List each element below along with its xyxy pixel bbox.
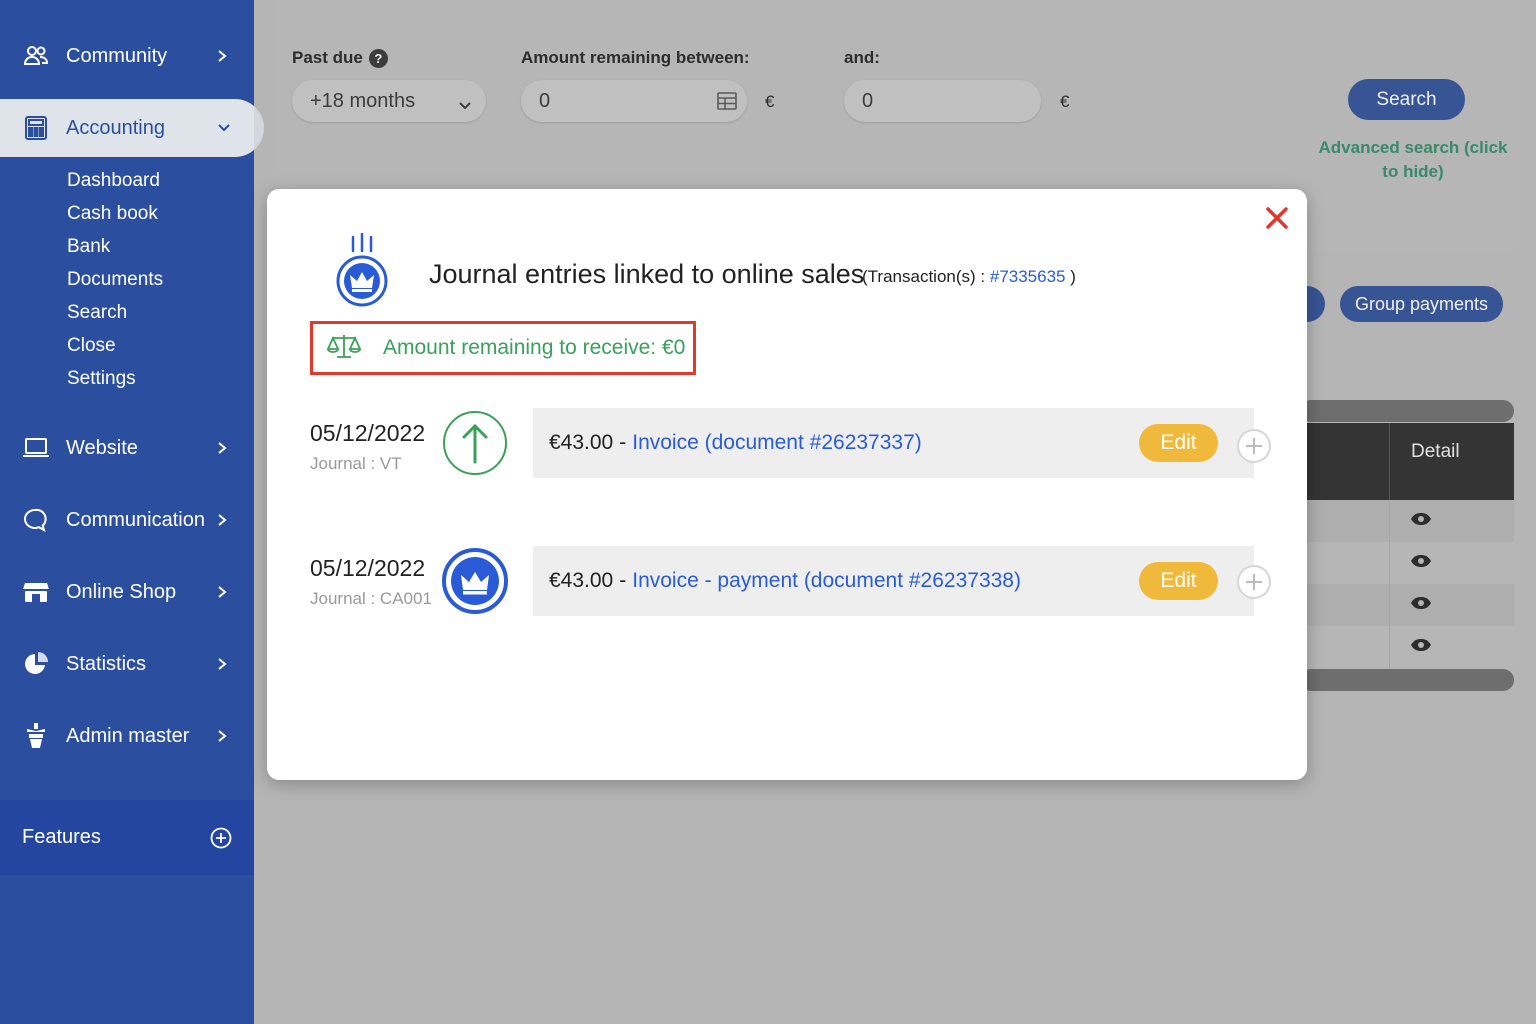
- sidebar-item-label: Accounting: [66, 116, 165, 139]
- users-icon: [22, 42, 50, 70]
- sidebar-item-online-shop[interactable]: Online Shop: [0, 572, 254, 612]
- laptop-icon: [22, 434, 50, 462]
- sidebar-subitem-bank[interactable]: Bank: [67, 236, 110, 258]
- chevron-right-icon: [212, 510, 232, 530]
- chevron-right-icon: [212, 46, 232, 66]
- entry-row: €43.00 - Invoice - payment (document #26…: [533, 546, 1254, 616]
- amount-remaining-text: Amount remaining to receive: €0: [383, 336, 686, 359]
- sidebar-subitem-settings[interactable]: Settings: [67, 368, 136, 390]
- sidebar-item-label: Communication: [66, 508, 205, 531]
- features-label: Features: [22, 826, 101, 848]
- sidebar-subitem-documents[interactable]: Documents: [67, 269, 163, 291]
- transactions-prefix: (Transaction(s) :: [862, 267, 986, 286]
- modal-title: Journal entries linked to online sales: [429, 259, 865, 289]
- transaction-link[interactable]: #7335635: [990, 267, 1066, 286]
- journal-entries-modal: Journal entries linked to online sales (…: [267, 189, 1307, 780]
- sidebar-item-label: Community: [66, 44, 168, 67]
- admin-tool-icon: [22, 722, 50, 750]
- entry-journal: Journal : CA001: [310, 589, 432, 608]
- sidebar-item-statistics[interactable]: Statistics: [0, 644, 254, 684]
- sidebar-item-community[interactable]: Community: [0, 36, 254, 76]
- entry-amount: €43.00: [549, 431, 614, 454]
- chevron-right-icon: [212, 654, 232, 674]
- pie-chart-icon: [22, 650, 50, 678]
- entry-document-link[interactable]: Invoice - payment (document #26237338): [632, 569, 1021, 593]
- edit-button[interactable]: Edit: [1139, 562, 1218, 600]
- crown-coin-icon: [442, 546, 508, 616]
- sidebar-subitem-search[interactable]: Search: [67, 302, 127, 324]
- entry-date: 05/12/2022: [310, 420, 426, 446]
- entry-separator: -: [619, 569, 627, 592]
- sidebar-subitem-cash-book[interactable]: Cash book: [67, 203, 158, 225]
- sidebar-item-admin-master[interactable]: Admin master: [0, 716, 254, 756]
- entry-row: €43.00 - Invoice (document #26237337) Ed…: [533, 408, 1254, 478]
- chat-bubble-icon: [22, 506, 50, 534]
- transactions-info: (Transaction(s) : #7335635 ): [862, 267, 1076, 287]
- close-icon[interactable]: [1264, 205, 1290, 231]
- entry-document-link[interactable]: Invoice (document #26237337): [632, 431, 922, 455]
- sidebar-item-label: Website: [66, 436, 138, 459]
- sidebar-item-accounting[interactable]: Accounting: [0, 99, 264, 157]
- plus-icon[interactable]: [1237, 565, 1271, 599]
- sidebar-item-website[interactable]: Website: [0, 428, 254, 468]
- sidebar: Community Accounting Dashboard Cash book…: [0, 0, 264, 1024]
- features-section[interactable]: Features: [0, 800, 254, 875]
- chevron-right-icon: [212, 438, 232, 458]
- sidebar-subitem-dashboard[interactable]: Dashboard: [67, 170, 160, 192]
- transactions-suffix: ): [1070, 267, 1076, 286]
- chevron-right-icon: [212, 726, 232, 746]
- balance-scale-icon: [326, 333, 362, 364]
- chevron-right-icon: [212, 582, 232, 602]
- amount-remaining-highlight: Amount remaining to receive: €0: [310, 321, 696, 375]
- chevron-down-icon: [214, 118, 234, 138]
- sidebar-item-communication[interactable]: Communication: [0, 500, 254, 540]
- plus-circle-icon[interactable]: [210, 827, 232, 855]
- sidebar-item-label: Online Shop: [66, 580, 177, 603]
- plus-icon[interactable]: [1237, 429, 1271, 463]
- sidebar-item-label: Statistics: [66, 652, 147, 675]
- entry-date: 05/12/2022: [310, 555, 426, 581]
- calculator-icon: [22, 114, 50, 142]
- entry-amount: €43.00: [549, 569, 614, 592]
- sidebar-subitem-close[interactable]: Close: [67, 335, 116, 357]
- entry-journal: Journal : VT: [310, 454, 402, 473]
- crown-coin-logo-icon: [333, 231, 391, 309]
- store-icon: [22, 578, 50, 606]
- entry-separator: -: [619, 431, 627, 454]
- arrow-up-icon: [442, 408, 508, 478]
- edit-button[interactable]: Edit: [1139, 424, 1218, 462]
- sidebar-item-label: Admin master: [66, 724, 190, 747]
